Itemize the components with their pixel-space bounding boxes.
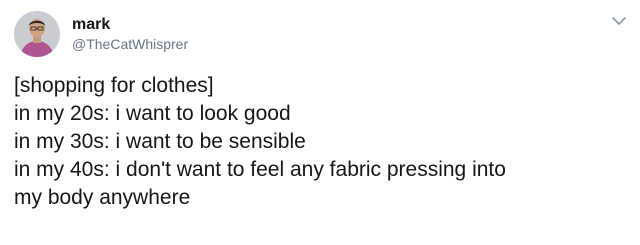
avatar[interactable] (14, 11, 60, 57)
author-display-name[interactable]: mark (72, 15, 188, 34)
tweet-text-line: in my 40s: i don't want to feel any fabr… (14, 158, 506, 181)
author-names: mark @TheCatWhisprer (72, 15, 188, 53)
tweet-card: mark @TheCatWhisprer [shopping for cloth… (0, 0, 640, 245)
tweet-text-line: [shopping for clothes] (14, 74, 214, 97)
tweet-header: mark @TheCatWhisprer (14, 10, 188, 58)
author-handle[interactable]: @TheCatWhisprer (72, 35, 188, 53)
tweet-text: [shopping for clothes] in my 20s: i want… (14, 72, 624, 212)
tweet-text-line: my body anywhere (14, 186, 191, 209)
chevron-down-icon[interactable] (610, 12, 628, 30)
tweet-text-line: in my 30s: i want to be sensible (14, 130, 306, 153)
tweet-text-line: in my 20s: i want to look good (14, 102, 291, 125)
avatar-photo-icon (14, 11, 60, 57)
